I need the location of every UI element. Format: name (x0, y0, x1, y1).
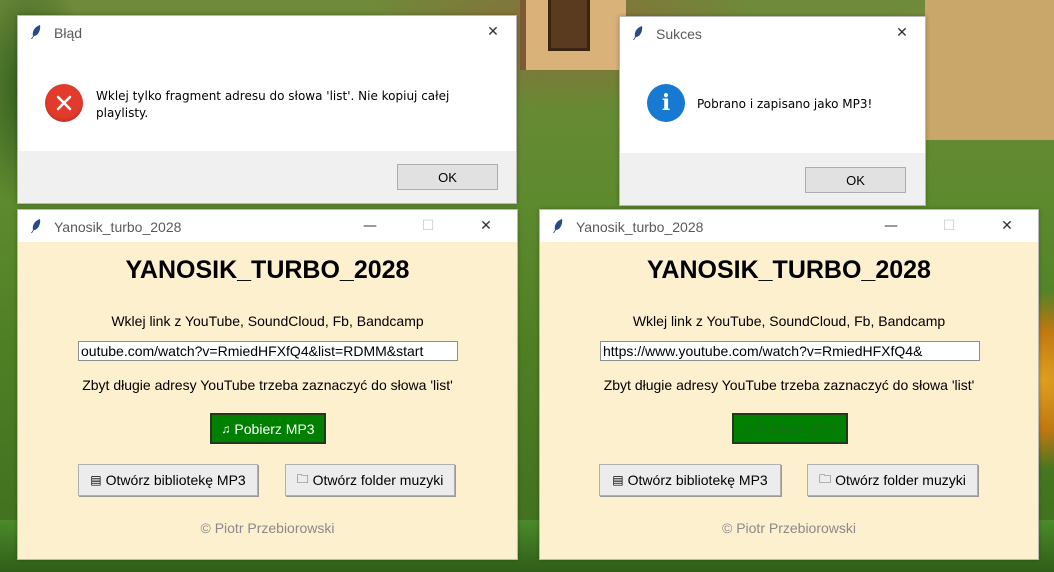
open-folder-button[interactable]: 🗀 Otwórz folder muzyki (285, 464, 455, 496)
url-input[interactable]: outube.com/watch?v=RmiedHFXfQ4&list=RDMM… (78, 341, 458, 361)
error-dialog-body: Wklej tylko fragment adresu do słowa 'li… (18, 48, 516, 203)
download-mp3-label: Pobierz MP3 (756, 420, 837, 437)
close-button[interactable]: ✕ (463, 210, 509, 242)
folder-icon: 🗀 (819, 471, 832, 486)
maximize-button: ☐ (405, 210, 451, 242)
app-heading: YANOSIK_TURBO_2028 (647, 256, 931, 284)
music-note-icon: ♫ (743, 421, 753, 436)
maximize-icon: ☐ (421, 218, 435, 234)
close-icon: ✕ (896, 25, 908, 41)
close-icon: ✕ (487, 24, 499, 40)
download-mp3-button[interactable]: ♫ Pobierz MP3 (210, 413, 326, 444)
open-folder-button[interactable]: 🗀 Otwórz folder muzyki (807, 464, 978, 496)
open-library-button[interactable]: ▤ Otwórz bibliotekę MP3 (599, 464, 781, 496)
feather-icon (31, 219, 41, 233)
library-icon: ▤ (612, 473, 624, 487)
success-dialog: Sukces ✕ i Pobrano i zapisano jako MP3! … (619, 16, 926, 206)
app-body: YANOSIK_TURBO_2028 Wklej link z YouTube,… (18, 242, 517, 559)
success-message: Pobrano i zapisano jako MP3! (697, 97, 873, 111)
ok-button[interactable]: OK (805, 167, 906, 193)
app-window-right: Yanosik_turbo_2028 — ☐ ✕ YANOSIK_TURBO_2… (539, 209, 1039, 560)
folder-icon: 🗀 (296, 471, 309, 486)
close-button[interactable]: ✕ (984, 210, 1030, 242)
app-heading: YANOSIK_TURBO_2028 (125, 256, 410, 284)
url-input[interactable]: https://www.youtube.com/watch?v=RmiedHFX… (600, 341, 980, 361)
app-window-left: Yanosik_turbo_2028 — ☐ ✕ YANOSIK_TURBO_2… (17, 209, 518, 560)
success-dialog-body: i Pobrano i zapisano jako MP3! OK (620, 49, 925, 205)
app-titlebar: Yanosik_turbo_2028 — ☐ ✕ (18, 210, 517, 242)
close-icon: ✕ (480, 218, 492, 234)
error-dialog-titlebar: Błąd ✕ (18, 16, 516, 48)
success-dialog-titlebar: Sukces ✕ (620, 17, 925, 49)
minimize-icon: — (884, 218, 898, 234)
app-titlebar: Yanosik_turbo_2028 — ☐ ✕ (540, 210, 1038, 242)
open-library-label: Otwórz bibliotekę MP3 (105, 472, 246, 488)
ok-button[interactable]: OK (397, 164, 498, 190)
background-door (548, 0, 590, 51)
hint-text: Zbyt długie adresy YouTube trzeba zaznac… (82, 377, 453, 393)
feather-icon (553, 219, 563, 233)
link-label: Wklej link z YouTube, SoundCloud, Fb, Ba… (632, 313, 946, 329)
close-icon: ✕ (1001, 218, 1013, 234)
link-label: Wklej link z YouTube, SoundCloud, Fb, Ba… (111, 313, 424, 329)
close-button[interactable]: ✕ (879, 17, 925, 49)
app-window-title: Yanosik_turbo_2028 (576, 219, 704, 235)
app-body: YANOSIK_TURBO_2028 Wklej link z YouTube,… (540, 242, 1038, 559)
success-dialog-footer: OK (620, 153, 925, 205)
error-dialog-title: Błąd (54, 25, 83, 41)
info-icon: i (647, 84, 685, 122)
feather-icon (31, 25, 41, 39)
download-mp3-button: ♫ Pobierz MP3 (732, 413, 848, 444)
success-dialog-title: Sukces (656, 26, 702, 42)
library-icon: ▤ (90, 473, 102, 487)
copyright-text: © Piotr Przebiorowski (721, 520, 857, 536)
error-icon (45, 84, 83, 122)
minimize-button[interactable]: — (347, 210, 393, 242)
feather-icon (633, 26, 643, 40)
maximize-icon: ☐ (942, 218, 956, 234)
copyright-text: © Piotr Przebiorowski (200, 520, 335, 536)
open-library-label: Otwórz bibliotekę MP3 (627, 472, 768, 488)
music-note-icon: ♫ (221, 421, 231, 436)
hint-text: Zbyt długie adresy YouTube trzeba zaznac… (603, 377, 975, 393)
error-message: Wklej tylko fragment adresu do słowa 'li… (96, 89, 450, 120)
error-dialog: Błąd ✕ Wklej tylko fragment adresu do sł… (17, 15, 517, 204)
minimize-icon: — (363, 218, 377, 234)
maximize-button: ☐ (926, 210, 972, 242)
download-mp3-label: Pobierz MP3 (234, 420, 315, 437)
minimize-button[interactable]: — (868, 210, 914, 242)
error-dialog-footer: OK (18, 151, 516, 203)
background-wall (925, 0, 1054, 140)
close-button[interactable]: ✕ (470, 16, 516, 48)
app-window-title: Yanosik_turbo_2028 (54, 219, 182, 235)
open-folder-label: Otwórz folder muzyki (312, 472, 444, 488)
open-library-button[interactable]: ▤ Otwórz bibliotekę MP3 (78, 464, 258, 496)
open-folder-label: Otwórz folder muzyki (835, 472, 966, 488)
